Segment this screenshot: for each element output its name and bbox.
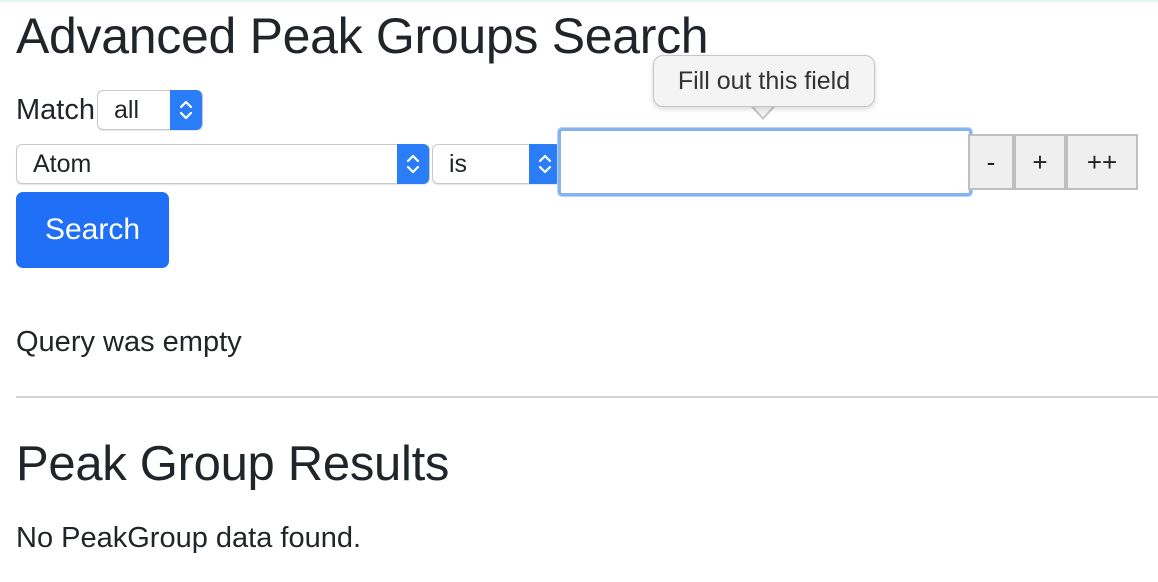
page: Advanced Peak Groups Search Match all At… bbox=[0, 0, 1158, 582]
field-select-value: Atom bbox=[33, 149, 92, 178]
field-select[interactable]: Atom bbox=[16, 144, 430, 184]
chevron-up-down-icon bbox=[169, 90, 202, 130]
operator-select-value: is bbox=[449, 149, 468, 178]
add-condition-button[interactable]: + bbox=[1014, 134, 1066, 190]
top-border bbox=[0, 0, 1158, 2]
match-label: Match bbox=[16, 94, 95, 126]
operator-select[interactable]: is bbox=[432, 144, 562, 184]
divider bbox=[16, 396, 1158, 398]
page-title: Advanced Peak Groups Search bbox=[16, 8, 709, 64]
status-message: Query was empty bbox=[16, 326, 242, 358]
chevron-up-down-icon bbox=[397, 144, 429, 184]
results-heading: Peak Group Results bbox=[16, 437, 450, 491]
value-input[interactable] bbox=[558, 128, 972, 196]
results-empty-message: No PeakGroup data found. bbox=[16, 522, 362, 554]
chevron-up-down-icon bbox=[529, 144, 561, 184]
match-select-value: all bbox=[113, 95, 139, 124]
remove-condition-button[interactable]: - bbox=[968, 134, 1014, 190]
search-button[interactable]: Search bbox=[16, 192, 169, 268]
add-group-button[interactable]: ++ bbox=[1066, 134, 1138, 190]
match-select[interactable]: all bbox=[96, 90, 203, 130]
validation-tooltip: Fill out this field bbox=[653, 55, 875, 107]
match-row: Match all bbox=[16, 90, 203, 130]
